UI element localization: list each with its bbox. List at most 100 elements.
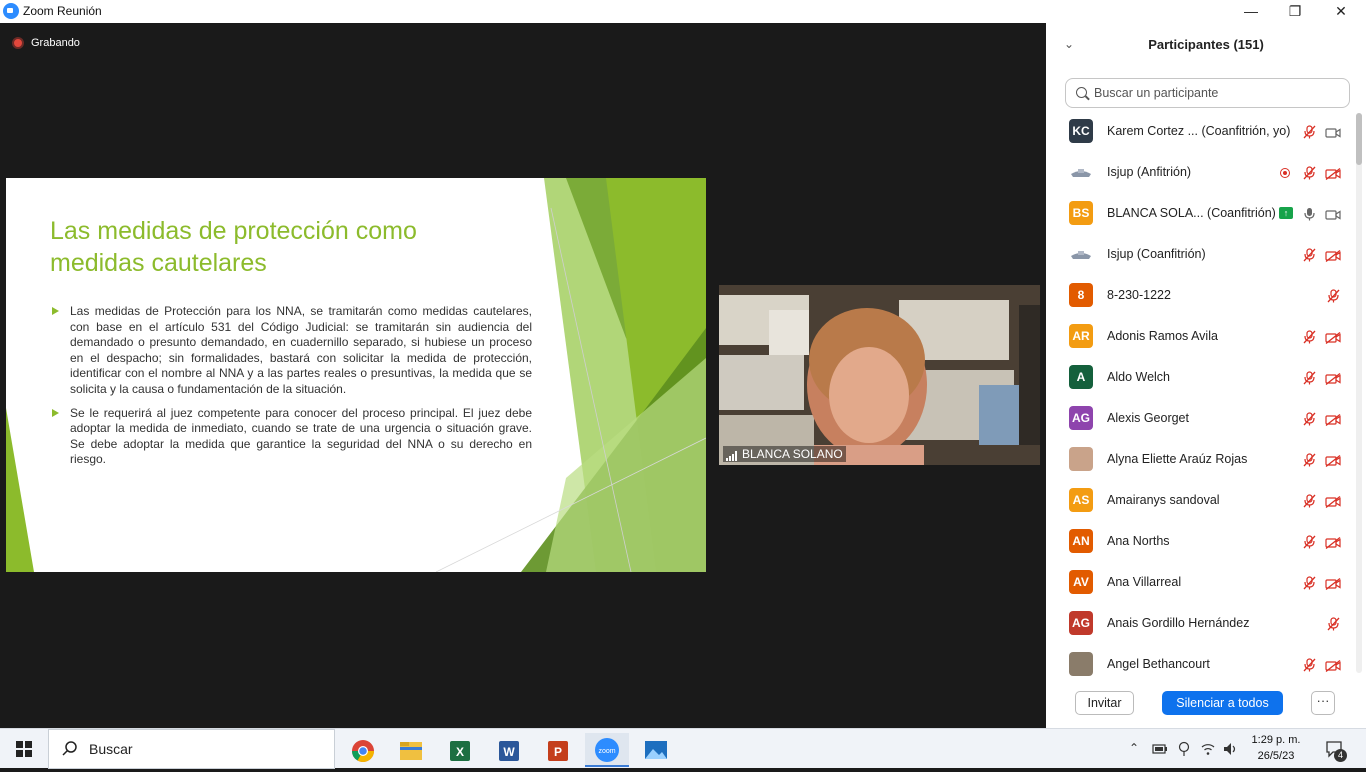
- mute-all-button[interactable]: Silenciar a todos: [1162, 691, 1283, 715]
- search-icon: [62, 741, 77, 756]
- restore-button[interactable]: ❐: [1272, 0, 1318, 23]
- mic-muted-icon[interactable]: [1327, 617, 1340, 631]
- participant-row[interactable]: Alyna Eliette Araúz Rojas: [1046, 439, 1354, 480]
- slide-title: Las medidas de protección como medidas c…: [50, 217, 417, 277]
- scrollbar-thumb[interactable]: [1356, 113, 1362, 165]
- recording-dot-icon: [12, 37, 24, 49]
- minimize-button[interactable]: —: [1228, 0, 1274, 23]
- raised-hand-badge: ↑: [1279, 207, 1293, 219]
- triangle-bullet-icon: [52, 307, 59, 315]
- chrome-icon[interactable]: [341, 733, 385, 767]
- mic-muted-icon[interactable]: [1327, 289, 1340, 303]
- participant-row[interactable]: Isjup (Coanfitrión): [1046, 234, 1354, 275]
- participant-row[interactable]: BS BLANCA SOLA... (Coanfitrión) ↑: [1046, 193, 1354, 234]
- video-icon[interactable]: [1325, 208, 1341, 220]
- organization-logo-icon: [1069, 160, 1093, 184]
- wifi-icon[interactable]: [1200, 741, 1216, 757]
- mic-muted-icon[interactable]: [1303, 576, 1316, 590]
- window-title: Zoom Reunión: [23, 4, 102, 18]
- avatar: AN: [1069, 529, 1093, 553]
- participant-name: 8-230-1222: [1107, 288, 1171, 302]
- battery-icon[interactable]: [1152, 742, 1168, 756]
- excel-icon[interactable]: X: [438, 733, 482, 767]
- file-explorer-icon[interactable]: [389, 733, 433, 767]
- more-options-button[interactable]: ···: [1311, 691, 1335, 715]
- clock-time: 1:29 p. m.: [1251, 734, 1301, 746]
- zoom-icon[interactable]: zoom: [585, 733, 629, 767]
- windows-start-icon[interactable]: [16, 741, 32, 757]
- video-off-icon[interactable]: [1325, 454, 1341, 468]
- signal-strength-icon: [726, 451, 737, 461]
- mic-muted-icon[interactable]: [1303, 371, 1316, 385]
- shared-slide: Las medidas de protección como medidas c…: [6, 178, 706, 572]
- participant-name: Isjup (Coanfitrión): [1107, 247, 1206, 261]
- participant-row[interactable]: AG Alexis Georget: [1046, 398, 1354, 439]
- avatar: AV: [1069, 570, 1093, 594]
- mic-muted-icon[interactable]: [1303, 453, 1316, 467]
- recording-indicator[interactable]: Grabando: [12, 37, 80, 49]
- chevron-up-icon[interactable]: ⌃: [1129, 741, 1139, 755]
- video-off-icon[interactable]: [1325, 659, 1341, 673]
- video-off-icon[interactable]: [1325, 495, 1341, 509]
- participant-search-input[interactable]: Buscar un participante: [1065, 78, 1350, 108]
- video-icon[interactable]: [1325, 126, 1341, 138]
- invite-button[interactable]: Invitar: [1075, 691, 1134, 715]
- participant-name: Isjup (Anfitrión): [1107, 165, 1192, 179]
- mic-muted-icon[interactable]: [1303, 658, 1316, 672]
- avatar: AG: [1069, 611, 1093, 635]
- participant-row[interactable]: AS Amairanys sandoval: [1046, 480, 1354, 521]
- title-bar: Zoom Reunión — ❐ ✕: [0, 0, 1366, 23]
- profile-photo: [1069, 447, 1093, 471]
- video-frame: [719, 285, 1040, 465]
- participant-row[interactable]: KC Karem Cortez ... (Coanfitrión, yo): [1046, 111, 1354, 152]
- participant-row[interactable]: AV Ana Villarreal: [1046, 562, 1354, 603]
- participants-title: Participantes (151): [1148, 37, 1264, 52]
- video-off-icon[interactable]: [1325, 413, 1341, 427]
- participant-name: Ana Villarreal: [1107, 575, 1182, 589]
- mic-muted-icon[interactable]: [1303, 535, 1316, 549]
- svg-text:X: X: [456, 745, 464, 759]
- participant-row[interactable]: AR Adonis Ramos Avila: [1046, 316, 1354, 357]
- word-icon[interactable]: W: [487, 733, 531, 767]
- slide-bullet-list: Las medidas de Protección para los NNA, …: [52, 304, 532, 476]
- powerpoint-icon[interactable]: P: [536, 733, 580, 767]
- svg-text:W: W: [503, 745, 515, 759]
- mic-muted-icon[interactable]: [1303, 166, 1316, 180]
- avatar: AR: [1069, 324, 1093, 348]
- participant-row[interactable]: AG Anais Gordillo Hernández: [1046, 603, 1354, 644]
- participant-name: Alyna Eliette Araúz Rojas: [1107, 452, 1248, 466]
- participant-row[interactable]: Angel Bethancourt: [1046, 644, 1354, 677]
- participant-row[interactable]: AN Ana Norths: [1046, 521, 1354, 562]
- participant-row[interactable]: 8 8-230-1222: [1046, 275, 1354, 316]
- taskbar-search-box[interactable]: Buscar: [48, 729, 335, 769]
- recording-label: Grabando: [31, 37, 80, 49]
- avatar: AS: [1069, 488, 1093, 512]
- participant-name: Angel Bethancourt: [1107, 657, 1210, 671]
- mic-muted-icon[interactable]: [1303, 330, 1316, 344]
- video-off-icon[interactable]: [1325, 536, 1341, 550]
- mic-muted-icon[interactable]: [1303, 125, 1316, 139]
- video-off-icon[interactable]: [1325, 167, 1341, 181]
- participant-row[interactable]: A Aldo Welch: [1046, 357, 1354, 398]
- taskbar-clock[interactable]: 1:29 p. m. 26/5/23: [1248, 732, 1304, 764]
- participant-list-scrollbar[interactable]: [1356, 113, 1362, 673]
- video-off-icon[interactable]: [1325, 577, 1341, 591]
- mic-muted-icon[interactable]: [1303, 248, 1316, 262]
- photos-icon[interactable]: [634, 733, 678, 767]
- profile-photo: [1069, 652, 1093, 676]
- participant-list[interactable]: KC Karem Cortez ... (Coanfitrión, yo) Isju…: [1046, 111, 1354, 677]
- mic-muted-icon[interactable]: [1303, 412, 1316, 426]
- zoom-logo-icon: [3, 3, 19, 19]
- participant-video[interactable]: BLANCA SOLANO: [719, 285, 1040, 465]
- webcam-icon[interactable]: [1177, 741, 1191, 757]
- video-participant-name: BLANCA SOLANO: [742, 447, 843, 461]
- close-button[interactable]: ✕: [1318, 0, 1364, 23]
- video-off-icon[interactable]: [1325, 331, 1341, 345]
- mic-icon[interactable]: [1303, 207, 1316, 221]
- speaker-icon[interactable]: [1222, 741, 1238, 757]
- organization-logo-icon: [1069, 242, 1093, 266]
- video-off-icon[interactable]: [1325, 249, 1341, 263]
- participant-row[interactable]: Isjup (Anfitrión): [1046, 152, 1354, 193]
- video-off-icon[interactable]: [1325, 372, 1341, 386]
- mic-muted-icon[interactable]: [1303, 494, 1316, 508]
